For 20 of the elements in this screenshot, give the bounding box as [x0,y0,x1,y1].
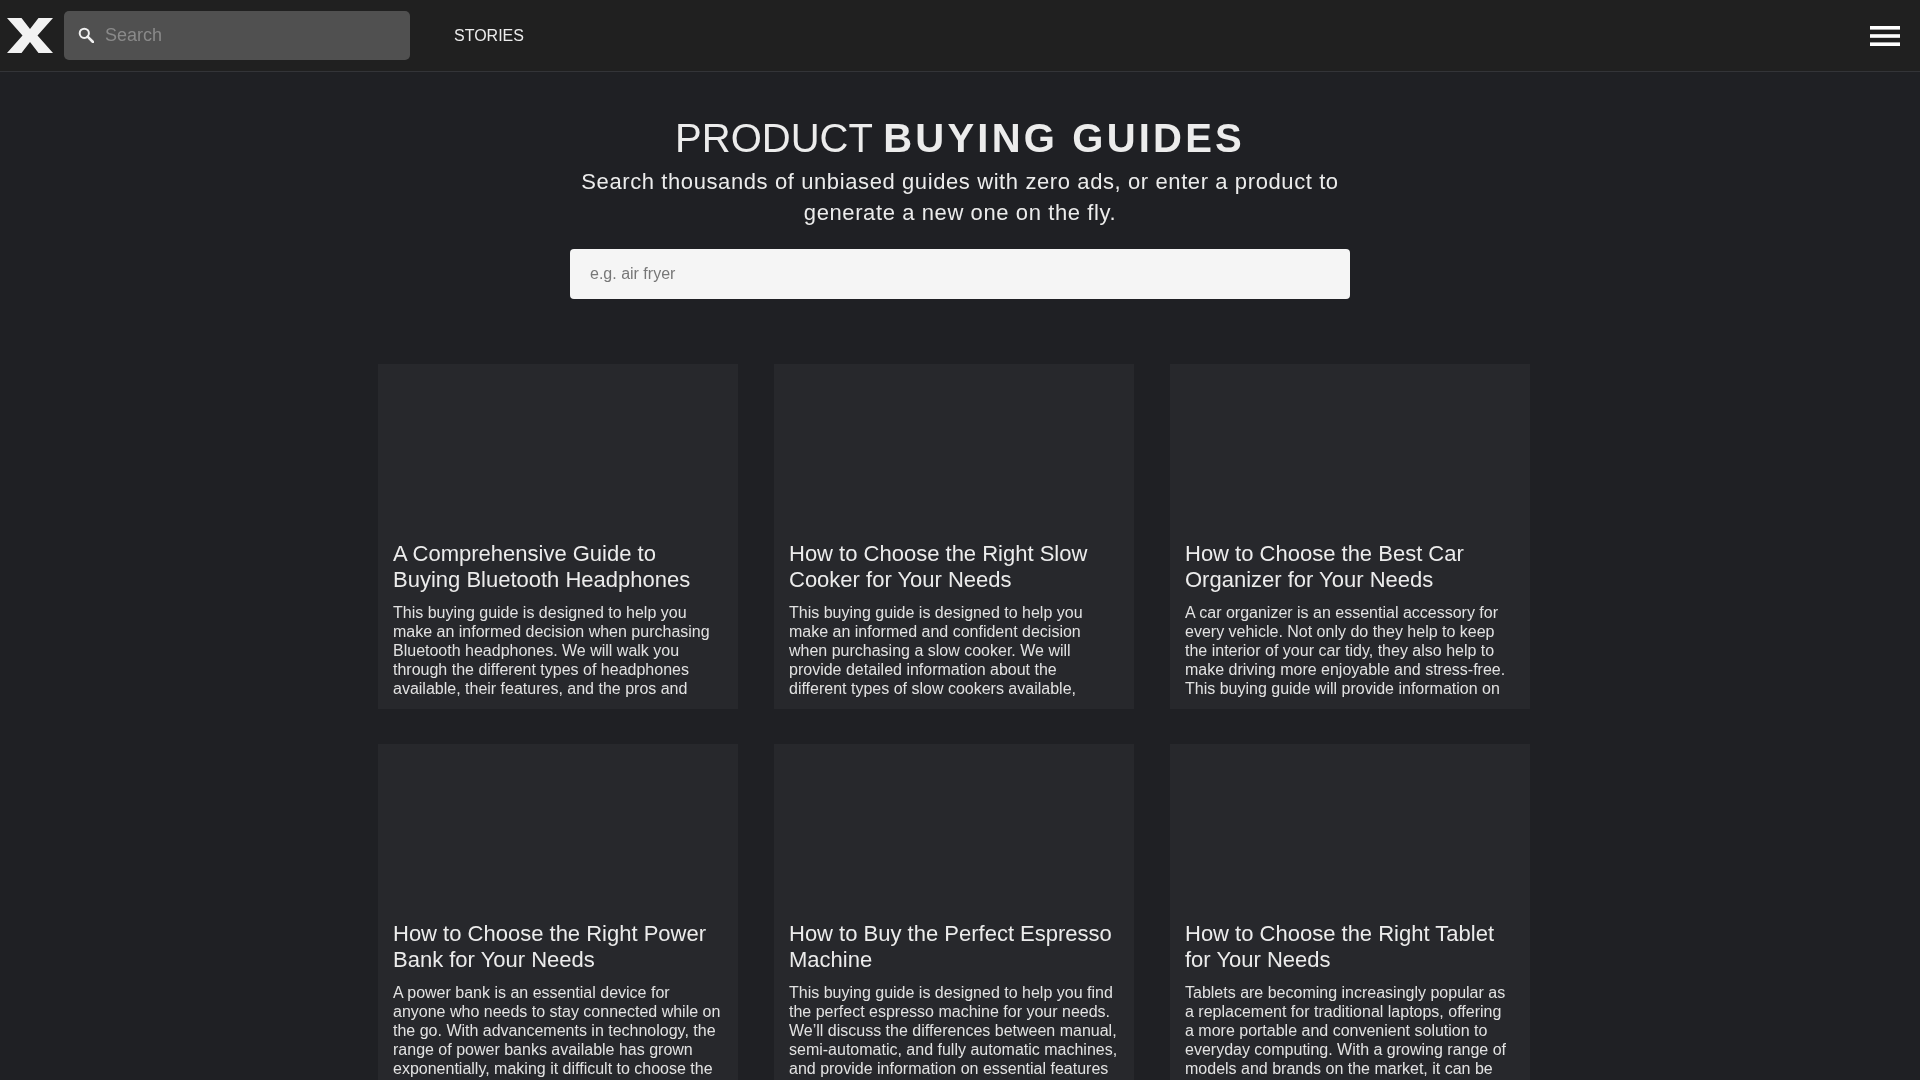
card-title: How to Choose the Right Slow Cooker for Your Needs [789,541,1089,593]
card-title: How to Buy the Perfect Espresso Machine [789,921,1113,973]
search-icon [78,27,94,43]
card-description: Tablets are becoming increasingly popular as a replacement for traditional laptops, offering a more portable and convenient solution to everyday computing. With a growing range of models and brands on the market, it can be [1185,983,1508,1078]
card-description: A car organizer is an essential accessory for every vehicle. Not only do they help to keep the interior of your car tidy, they also help to make driving more enjoyable and stress-free. This buying guide will provide information on [1185,603,1507,698]
page-subtitle: Search thousands of unbiased guides with zero ads, or enter a product to generate a new one on the fly. [580,168,1340,227]
nav-link[interactable]: STORIES [454,26,524,45]
product-search-field[interactable]: e.g. air fryer [570,249,1350,299]
card-description: This buying guide is designed to help you make an informed decision when purchasing Bluetooth headphones. We will walk you through the different types of headphones available, their features, and the pros and [393,603,711,698]
page-title: PRODUCT BUYING GUIDES [675,115,1245,162]
search-field[interactable]: Search [64,11,410,60]
card-title: A Comprehensive Guide to Buying Bluetooth Headphones [393,541,692,593]
logo-icon[interactable] [7,18,53,53]
card-title: How to Choose the Right Tablet for Your Needs [1185,921,1495,973]
menu-icon[interactable] [1870,25,1900,46]
card-title: How to Choose the Best Car Organizer for Your Needs [1185,541,1465,593]
card-title: How to Choose the Right Power Bank for Your Needs [393,921,708,973]
card-description: This buying guide is designed to help you make an informed and confident decision when purchasing a slow cooker. We will provide detailed information about the different types of slow cookers available, [789,603,1084,698]
card-description: A power bank is an essential device for anyone who needs to stay connected while on the go. With advancements in technology, the range of power banks available has grown exponentially, making it difficult to choose the [393,983,722,1078]
card-description: This buying guide is designed to help you find the perfect espresso machine for your needs. We’ll discuss the differences between manual, semi-automatic, and fully automatic machines, and provide information on essential features [789,983,1118,1078]
